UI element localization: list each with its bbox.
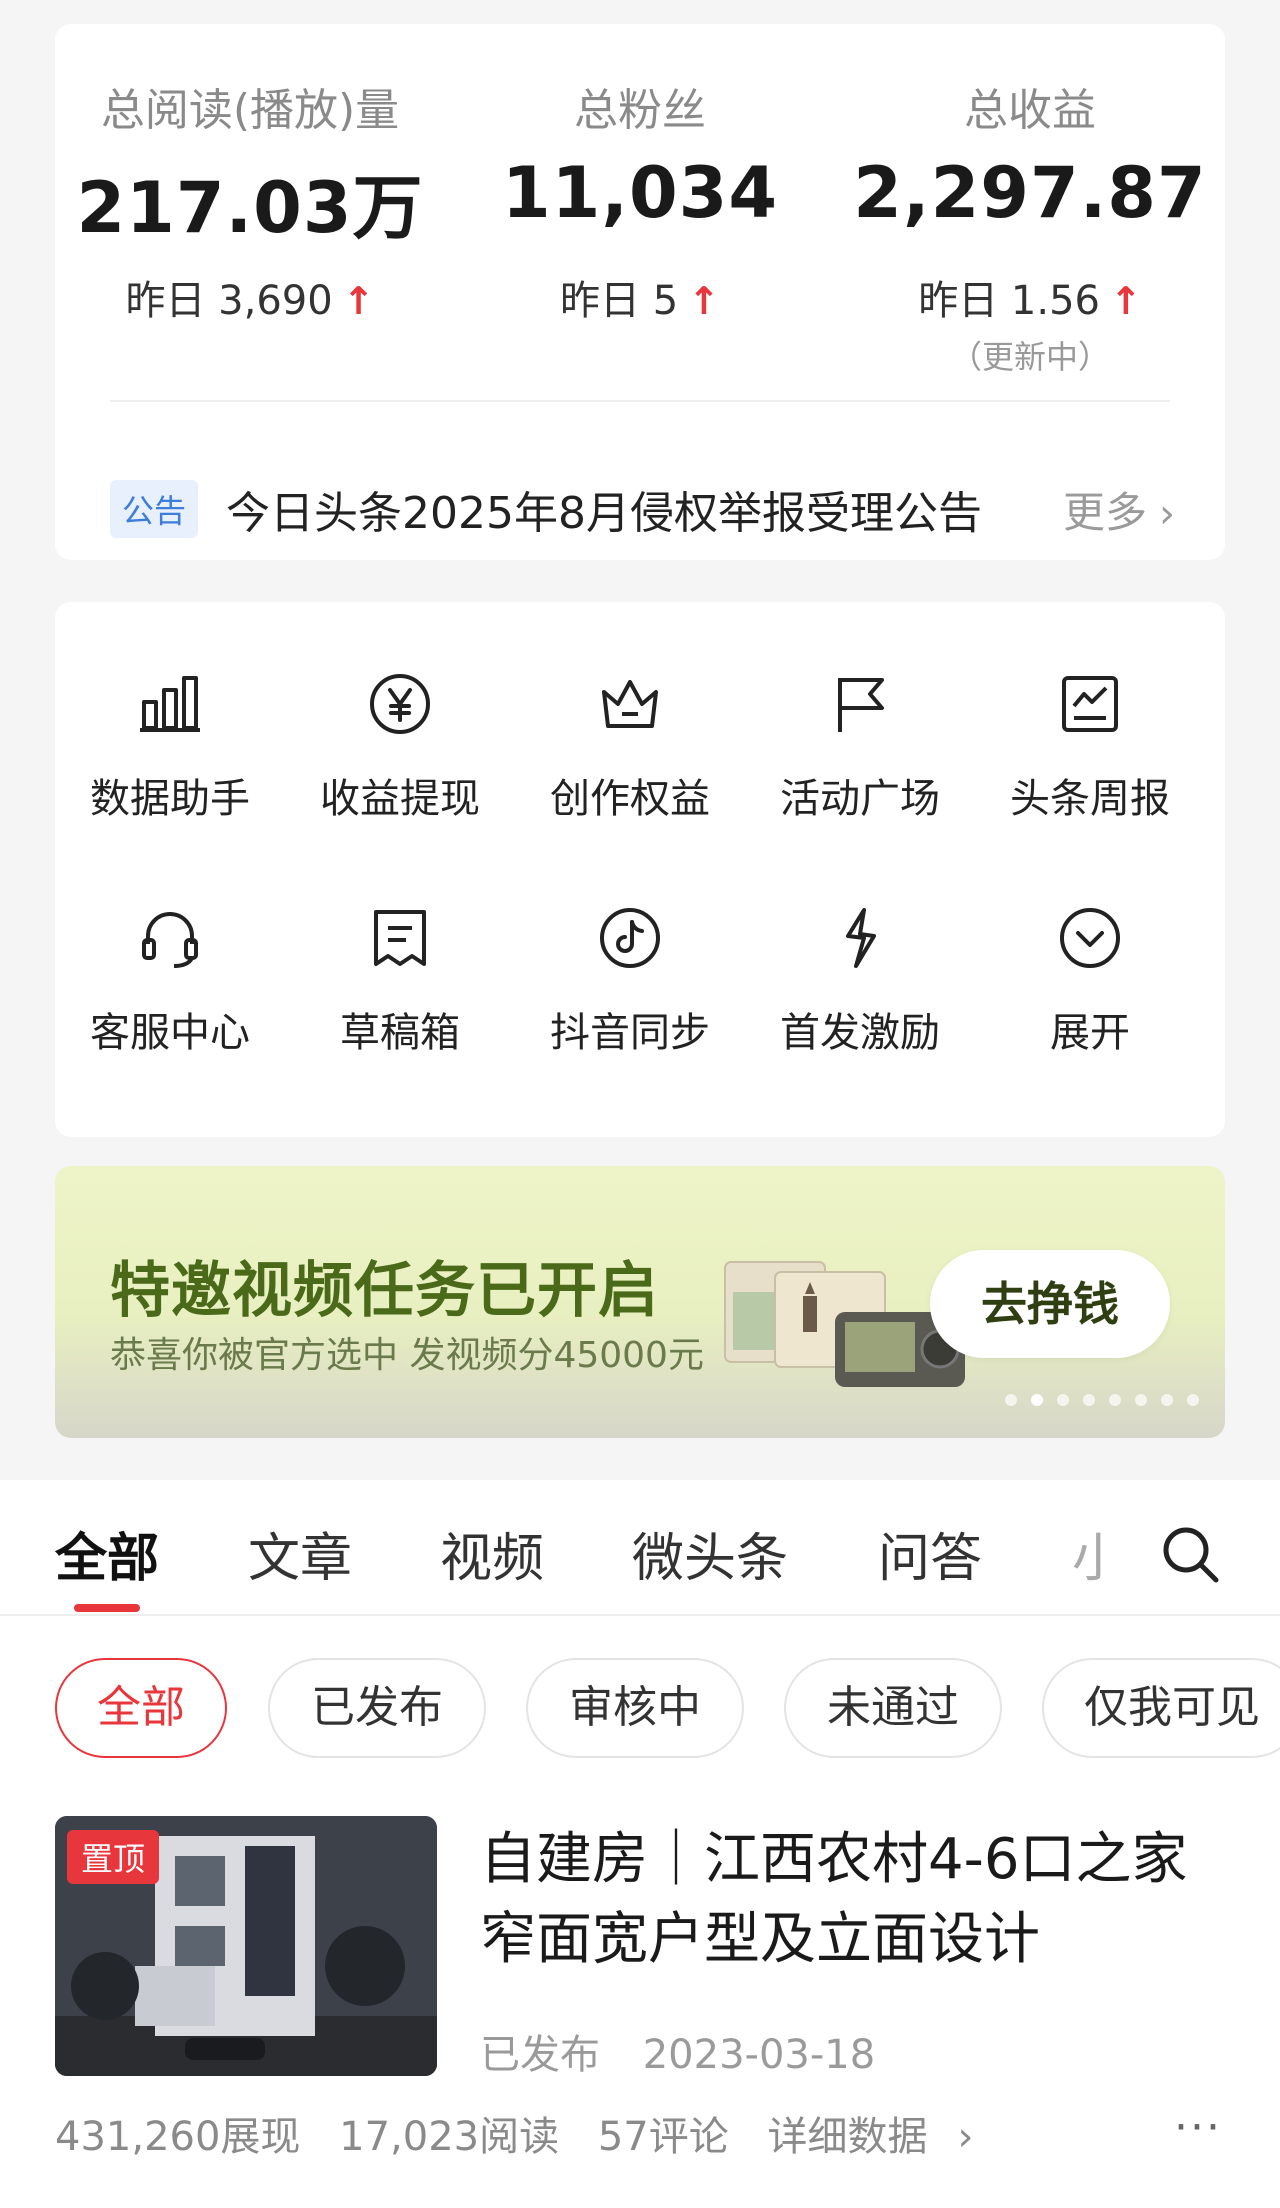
tab-qa[interactable]: 问答 <box>878 1516 982 1591</box>
chevron-right-icon: › <box>1159 490 1175 537</box>
tool-label: 展开 <box>1050 1010 1130 1056</box>
up-arrow-icon: ↑ <box>342 279 375 323</box>
tool-douyin-sync[interactable]: 抖音同步 <box>515 836 745 1056</box>
more-options-icon[interactable]: ··· <box>1174 2106 1222 2150</box>
tool-drafts[interactable]: 草稿箱 <box>285 836 515 1056</box>
status-filters: 全部 已发布 审核中 未通过 仅我可见 <box>0 1616 1280 1766</box>
total-earnings-value: 2,297.87 <box>853 152 1207 234</box>
article-impressions: 431,260展现 <box>55 2114 301 2160</box>
notice-more-link[interactable]: 更多 › <box>1063 479 1175 540</box>
total-reads-delta: 昨日 3,690 ↑ <box>55 268 445 326</box>
carousel-dot[interactable] <box>1135 1394 1147 1406</box>
expand-chevron-icon <box>1060 908 1120 968</box>
article-status: 已发布 <box>480 2032 600 2078</box>
tool-data-assistant[interactable]: 数据助手 <box>55 602 285 822</box>
bar-chart-icon <box>140 676 200 732</box>
tab-videos[interactable]: 视频 <box>440 1516 544 1591</box>
up-arrow-icon: ↑ <box>1109 279 1142 323</box>
article-list-item[interactable]: 置顶 自建房｜江西农村4-6口之家窄面宽户型及立面设计 已发布 2023-03-… <box>0 1766 1280 2208</box>
active-tab-indicator <box>74 1604 140 1612</box>
tool-creator-rights[interactable]: 创作权益 <box>515 602 745 822</box>
total-earnings-label: 总收益 <box>964 85 1096 136</box>
updating-note: （更新中） <box>949 338 1110 376</box>
search-icon[interactable] <box>1158 1522 1222 1586</box>
carousel-dots <box>1005 1394 1199 1406</box>
tool-earnings-withdraw[interactable]: 收益提现 <box>285 602 515 822</box>
tab-articles[interactable]: 文章 <box>248 1516 352 1591</box>
total-reads-label: 总阅读(播放)量 <box>100 85 400 136</box>
article-stats: 431,260展现 17,023阅读 57评论 详细数据 › <box>55 2104 1025 2162</box>
total-reads-value: 217.03万 <box>76 167 424 249</box>
filter-published[interactable]: 已发布 <box>268 1658 486 1758</box>
up-arrow-icon: ↑ <box>688 279 720 323</box>
notice-more-label: 更多 <box>1062 487 1147 537</box>
tool-label: 数据助手 <box>90 776 250 822</box>
tab-more-partial[interactable]: 小 <box>1072 1516 1102 1591</box>
tool-label: 抖音同步 <box>550 1010 710 1056</box>
total-reads-delta-text: 昨日 3,690 <box>125 278 333 324</box>
carousel-dot[interactable] <box>1005 1394 1017 1406</box>
filter-all[interactable]: 全部 <box>55 1658 227 1758</box>
pinned-badge: 置顶 <box>67 1830 160 1884</box>
crown-icon <box>602 680 658 728</box>
tool-customer-service[interactable]: 客服中心 <box>55 836 285 1056</box>
total-fans-delta-text: 昨日 5 <box>559 278 679 324</box>
article-comments: 57评论 <box>597 2114 729 2160</box>
lightning-icon <box>846 908 876 968</box>
earn-money-button[interactable]: 去挣钱 <box>930 1250 1170 1358</box>
carousel-dot[interactable] <box>1057 1394 1069 1406</box>
tool-label: 草稿箱 <box>340 1010 460 1056</box>
tool-expand[interactable]: 展开 <box>975 836 1205 1056</box>
douyin-icon <box>600 908 660 968</box>
carousel-dot[interactable] <box>1109 1394 1121 1406</box>
total-fans-delta: 昨日 5 ↑ <box>445 268 835 326</box>
article-thumbnail[interactable]: 置顶 <box>55 1816 437 2076</box>
tool-label: 创作权益 <box>550 776 710 822</box>
detailed-data-link[interactable]: 详细数据 › <box>767 2114 999 2160</box>
notice-row[interactable]: 公告 今日头条2025年8月侵权举报受理公告 更多 › <box>110 454 1175 564</box>
notice-text[interactable]: 今日头条2025年8月侵权举报受理公告 <box>226 477 1063 541</box>
banner-subtitle: 恭喜你被官方选中 发视频分45000元 <box>110 1335 704 1376</box>
carousel-dot[interactable] <box>1161 1394 1173 1406</box>
article-title[interactable]: 自建房｜江西农村4-6口之家窄面宽户型及立面设计 <box>480 1820 1240 1980</box>
tool-label: 首发激励 <box>780 1010 940 1056</box>
carousel-dot[interactable] <box>1031 1394 1043 1406</box>
tool-activity-square[interactable]: 活动广场 <box>745 602 975 822</box>
detailed-data-label: 详细数据 <box>767 2114 928 2160</box>
notice-tag: 公告 <box>110 480 199 538</box>
tool-label: 收益提现 <box>320 776 480 822</box>
filter-rejected[interactable]: 未通过 <box>784 1658 1002 1758</box>
filter-private[interactable]: 仅我可见 <box>1042 1658 1280 1758</box>
carousel-dot[interactable] <box>1187 1394 1199 1406</box>
promo-banner[interactable]: 特邀视频任务已开启 恭喜你被官方选中 发视频分45000元 去挣钱 <box>55 1166 1225 1438</box>
carousel-dot[interactable] <box>1083 1394 1095 1406</box>
yuan-coin-icon <box>370 674 430 734</box>
total-earnings-delta-text: 昨日 1.56 <box>918 278 1100 324</box>
tool-label: 活动广场 <box>780 776 940 822</box>
chevron-right-icon: › <box>957 2114 974 2160</box>
article-reads: 17,023阅读 <box>339 2114 560 2160</box>
flag-icon <box>838 678 884 732</box>
report-chart-icon <box>1062 676 1118 732</box>
total-fans-label: 总粉丝 <box>574 85 706 136</box>
content-tabs: 全部 文章 视频 微头条 问答 小 <box>0 1480 1280 1616</box>
filter-under-review[interactable]: 审核中 <box>526 1658 744 1758</box>
divider <box>110 400 1170 402</box>
tab-micro-posts[interactable]: 微头条 <box>632 1516 788 1591</box>
tool-first-release-incentive[interactable]: 首发激励 <box>745 836 975 1056</box>
tool-label: 头条周报 <box>1010 776 1170 822</box>
tab-all[interactable]: 全部 <box>55 1516 159 1591</box>
tool-label: 客服中心 <box>90 1010 250 1056</box>
total-earnings-delta: 昨日 1.56 ↑ <box>835 268 1225 326</box>
tool-weekly-report[interactable]: 头条周报 <box>975 602 1205 822</box>
banner-title: 特邀视频任务已开启 <box>110 1256 659 1326</box>
article-date: 2023-03-18 <box>642 2032 876 2078</box>
headset-icon <box>142 912 198 968</box>
tools-card: 数据助手 收益提现 创作权益 活动广场 头条周报 客服中心 草稿箱 抖音同步 首… <box>55 602 1225 1137</box>
stats-card: 总阅读(播放)量 217.03万 昨日 3,690 ↑ 总粉丝 11,034 昨日… <box>55 24 1225 560</box>
draft-box-icon <box>374 910 426 966</box>
total-fans-value: 11,034 <box>501 152 779 234</box>
article-meta: 已发布 2023-03-18 <box>480 2022 875 2080</box>
